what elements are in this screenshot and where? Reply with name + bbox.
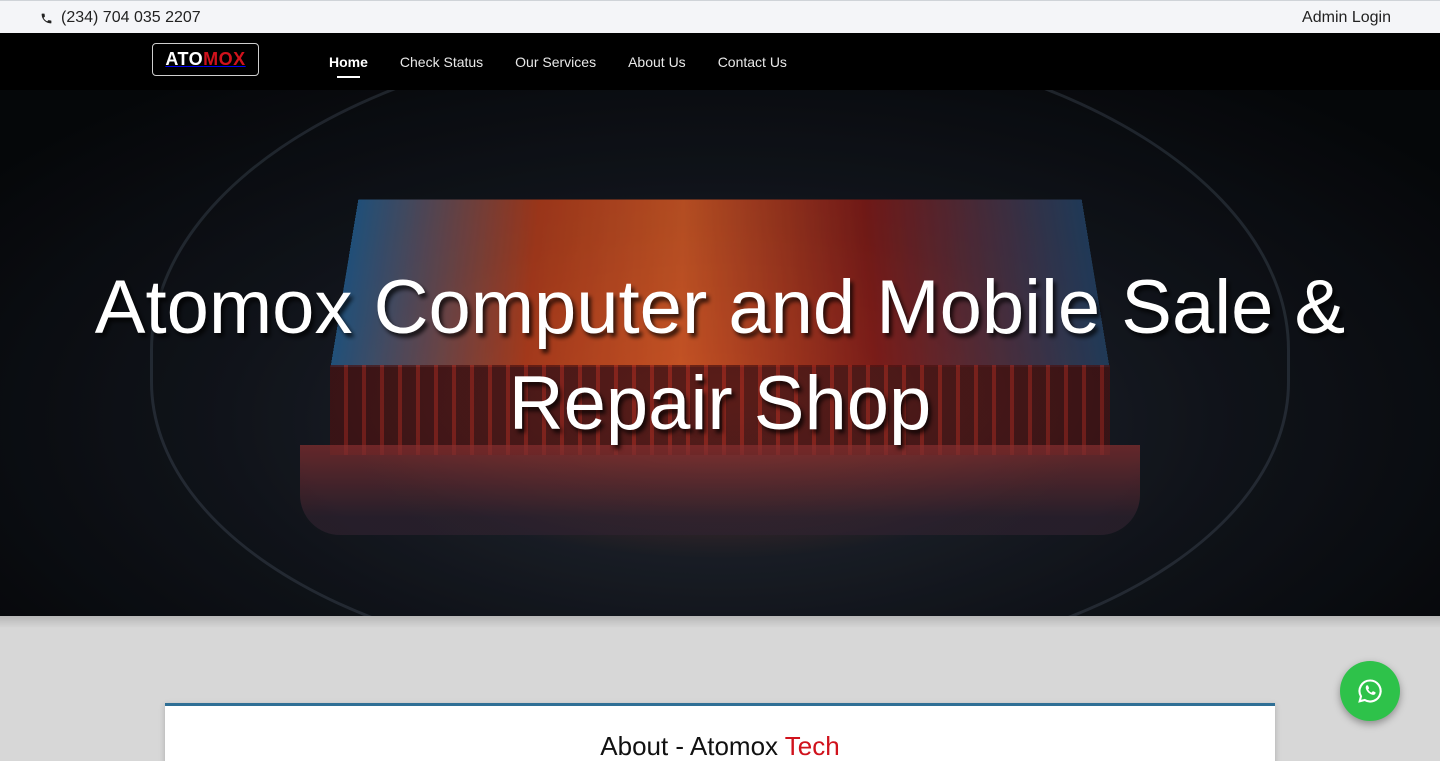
whatsapp-icon [1358, 679, 1382, 703]
brand-logo-part2: MOX [203, 49, 246, 69]
top-contact-bar: (234) 704 035 2207 Admin Login [0, 0, 1440, 33]
main-navbar: ATO MOX Home Check Status Our Services Ab… [0, 33, 1440, 90]
nav-item-check-status[interactable]: Check Status [400, 54, 483, 70]
brand-logo[interactable]: ATO MOX [152, 43, 259, 76]
phone-contact: (234) 704 035 2207 [40, 9, 201, 27]
about-section: About - Atomox Tech [165, 703, 1275, 761]
nav-item-home[interactable]: Home [329, 54, 368, 78]
phone-icon [41, 13, 52, 23]
about-heading-accent: Tech [784, 731, 840, 761]
admin-login-link[interactable]: Admin Login [1302, 9, 1391, 27]
nav-item-contact-us[interactable]: Contact Us [718, 54, 787, 70]
about-heading-main: About - Atomox [600, 731, 779, 761]
brand-logo-part1: ATO [165, 49, 204, 69]
about-heading: About - Atomox Tech [165, 731, 1275, 761]
hero-banner: Atomox Computer and Mobile Sale & Repair… [0, 90, 1440, 616]
nav-item-about-us[interactable]: About Us [628, 54, 686, 70]
nav-item-our-services[interactable]: Our Services [515, 54, 596, 70]
phone-number: (234) 704 035 2207 [61, 9, 201, 26]
nav-menu: Home Check Status Our Services About Us … [329, 33, 787, 90]
hero-title: Atomox Computer and Mobile Sale & Repair… [94, 265, 1346, 446]
whatsapp-chat-button[interactable] [1340, 661, 1400, 721]
